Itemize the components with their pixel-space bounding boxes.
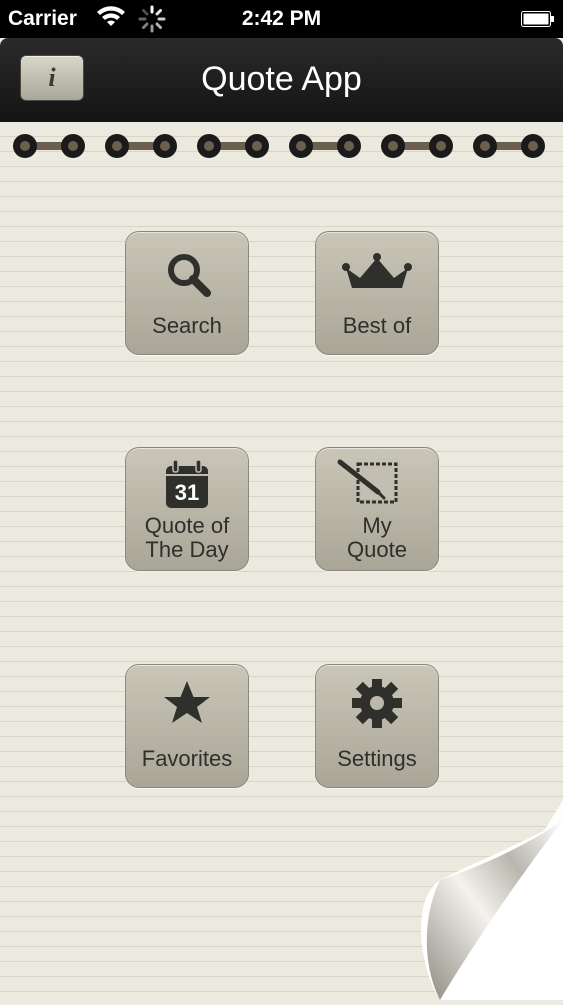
binder-ring	[473, 134, 545, 158]
star-icon	[126, 679, 248, 739]
binder-ring	[289, 134, 361, 158]
search-label: Search	[152, 313, 222, 338]
crown-icon	[316, 246, 438, 306]
my-quote-button[interactable]: My Quote	[315, 447, 439, 571]
nav-bar: i Quote App	[0, 38, 563, 122]
page-title: Quote App	[201, 60, 362, 98]
settings-button[interactable]: Settings	[315, 664, 439, 788]
settings-label: Settings	[337, 746, 417, 771]
search-icon	[126, 246, 248, 306]
pen-paper-icon	[316, 458, 438, 518]
favorites-label: Favorites	[141, 746, 233, 771]
search-button[interactable]: Search	[125, 231, 249, 355]
quote-of-the-day-button[interactable]: 31 Quote of The Day	[125, 447, 249, 571]
gear-icon	[316, 678, 438, 739]
page-curl	[380, 800, 563, 1000]
best-of-button[interactable]: Best of	[315, 231, 439, 355]
my-quote-label-line2: Quote	[347, 537, 407, 562]
binder-ring	[197, 134, 269, 158]
qotd-label-line1: Quote of	[144, 513, 230, 538]
calendar-day-number: 31	[174, 480, 200, 505]
binder-ring	[105, 134, 177, 158]
calendar-icon: 31	[126, 458, 248, 518]
my-quote-label-line1: My	[362, 513, 392, 538]
status-time: 2:42 PM	[241, 7, 322, 30]
binder-ring	[13, 134, 85, 158]
qotd-label-line2: The Day	[145, 537, 229, 562]
favorites-button[interactable]: Favorites	[125, 664, 249, 788]
battery-icon	[521, 9, 555, 27]
binder-rings	[0, 126, 563, 170]
binder-ring	[381, 134, 453, 158]
status-bar: Carrier 2:42 PM	[0, 0, 563, 38]
best-of-label: Best of	[342, 313, 412, 338]
